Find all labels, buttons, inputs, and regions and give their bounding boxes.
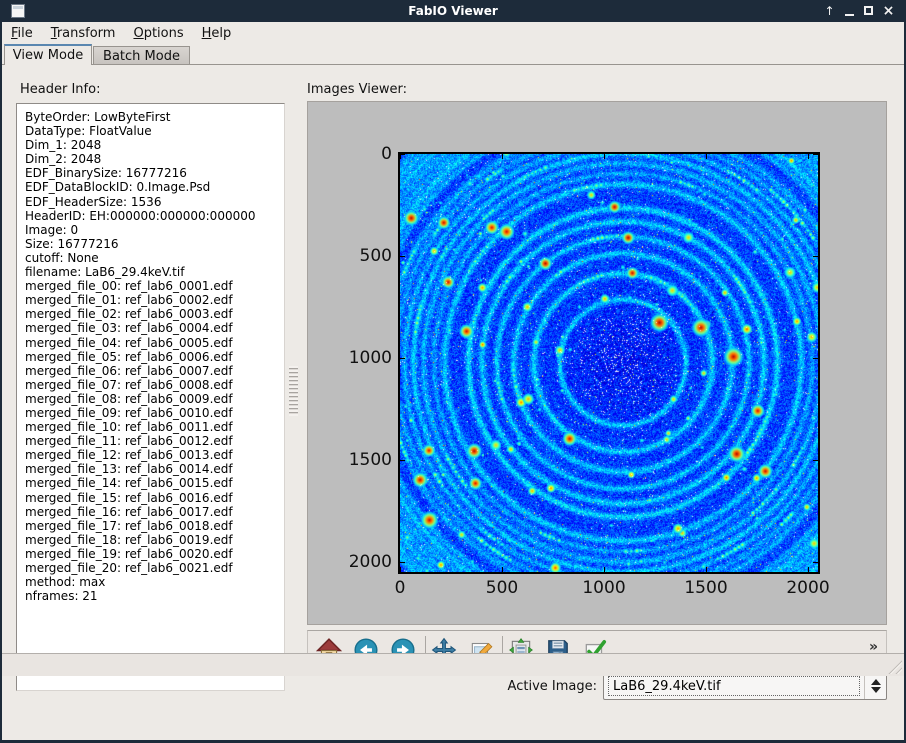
active-image-label: Active Image: [2, 679, 597, 694]
close-button[interactable]: × [880, 0, 897, 22]
header-line: cutoff: None [25, 251, 284, 265]
header-line: merged_file_04: ref_lab6_0005.edf [25, 336, 284, 350]
header-info-label: Header Info: [20, 82, 100, 97]
x-tick-label: 1000 [582, 578, 625, 598]
header-line: Dim_2: 2048 [25, 152, 284, 166]
menu-transform[interactable]: Transform [42, 23, 125, 45]
maximize-icon [864, 6, 873, 15]
tab-batch-mode[interactable]: Batch Mode [93, 46, 190, 64]
header-line: Size: 16777216 [25, 237, 284, 251]
x-tick-label: 0 [395, 578, 406, 598]
menu-file[interactable]: File [2, 23, 42, 45]
shade-window-button[interactable]: ↑ [821, 0, 838, 22]
axes-area[interactable] [398, 152, 820, 574]
status-bar [2, 654, 904, 676]
spin-down-icon [871, 687, 881, 693]
menu-bar: FileTransformOptionsHelp [2, 22, 904, 44]
header-line: Dim_1: 2048 [25, 138, 284, 152]
header-line: EDF_DataBlockID: 0.Image.Psd [25, 180, 284, 194]
header-line: merged_file_01: ref_lab6_0002.edf [25, 293, 284, 307]
menu-options[interactable]: Options [124, 23, 192, 45]
window-title: FabIO Viewer [2, 0, 904, 22]
header-line: Image: 0 [25, 223, 284, 237]
header-line: merged_file_12: ref_lab6_0013.edf [25, 448, 284, 462]
header-line: merged_file_02: ref_lab6_0003.edf [25, 307, 284, 321]
y-tick-label: 2000 [346, 552, 392, 572]
header-line: merged_file_07: ref_lab6_0008.edf [25, 378, 284, 392]
figure-canvas-area: 05001000150020000500100015002000 [307, 101, 887, 625]
tab-bar: View Mode Batch Mode [2, 44, 904, 65]
header-line: ByteOrder: LowByteFirst [25, 110, 284, 124]
splitter-handle[interactable] [289, 366, 298, 416]
x-tick-label: 500 [486, 578, 518, 598]
header-line: merged_file_17: ref_lab6_0018.edf [25, 519, 284, 533]
y-tick-label: 500 [346, 246, 392, 266]
y-tick-label: 0 [346, 144, 392, 164]
header-line: merged_file_06: ref_lab6_0007.edf [25, 364, 284, 378]
header-line: merged_file_05: ref_lab6_0006.edf [25, 350, 284, 364]
maximize-button[interactable] [860, 0, 877, 22]
menu-help[interactable]: Help [193, 23, 241, 45]
header-line: EDF_BinarySize: 16777216 [25, 166, 284, 180]
minimize-button[interactable] [841, 0, 858, 22]
resize-grip[interactable] [886, 658, 902, 674]
header-line: EDF_HeaderSize: 1536 [25, 195, 284, 209]
tab-view-mode[interactable]: View Mode [4, 44, 92, 65]
header-line: merged_file_16: ref_lab6_0017.edf [25, 505, 284, 519]
header-line: merged_file_11: ref_lab6_0012.edf [25, 434, 284, 448]
header-line: merged_file_03: ref_lab6_0004.edf [25, 321, 284, 335]
active-image-value: LaB6_29.4keV.tif [608, 676, 860, 696]
header-line: merged_file_15: ref_lab6_0016.edf [25, 491, 284, 505]
header-line: filename: LaB6_29.4keV.tif [25, 265, 284, 279]
active-image-combobox[interactable]: LaB6_29.4keV.tif [603, 672, 887, 700]
x-tick-label: 1500 [684, 578, 727, 598]
x-tick-label: 2000 [786, 578, 829, 598]
header-line: merged_file_08: ref_lab6_0009.edf [25, 392, 284, 406]
combobox-spinner[interactable] [864, 673, 886, 699]
header-line: merged_file_10: ref_lab6_0011.edf [25, 420, 284, 434]
header-info-textarea[interactable]: ByteOrder: LowByteFirstDataType: FloatVa… [16, 103, 285, 691]
header-line: merged_file_20: ref_lab6_0021.edf [25, 561, 284, 575]
spin-up-icon [871, 679, 881, 685]
header-line: nframes: 21 [25, 589, 284, 603]
images-viewer-label: Images Viewer: [307, 82, 407, 97]
y-tick-label: 1500 [346, 450, 392, 470]
title-bar[interactable]: FabIO Viewer ↑ × [2, 0, 904, 22]
view-mode-page: Header Info: ByteOrder: LowByteFirstData… [2, 64, 904, 717]
header-line: merged_file_13: ref_lab6_0014.edf [25, 462, 284, 476]
header-line: DataType: FloatValue [25, 124, 284, 138]
diffraction-image[interactable] [400, 154, 818, 572]
minimize-icon [845, 14, 854, 16]
y-tick-label: 1000 [346, 348, 392, 368]
header-line: HeaderID: EH:000000:000000:000000 [25, 209, 284, 223]
header-line: merged_file_18: ref_lab6_0019.edf [25, 533, 284, 547]
header-line: merged_file_00: ref_lab6_0001.edf [25, 279, 284, 293]
header-line: merged_file_09: ref_lab6_0010.edf [25, 406, 284, 420]
app-window: FabIO Viewer ↑ × FileTransformOptionsHel… [0, 0, 906, 743]
header-line: merged_file_14: ref_lab6_0015.edf [25, 476, 284, 490]
header-line: method: max [25, 575, 284, 589]
header-line: merged_file_19: ref_lab6_0020.edf [25, 547, 284, 561]
